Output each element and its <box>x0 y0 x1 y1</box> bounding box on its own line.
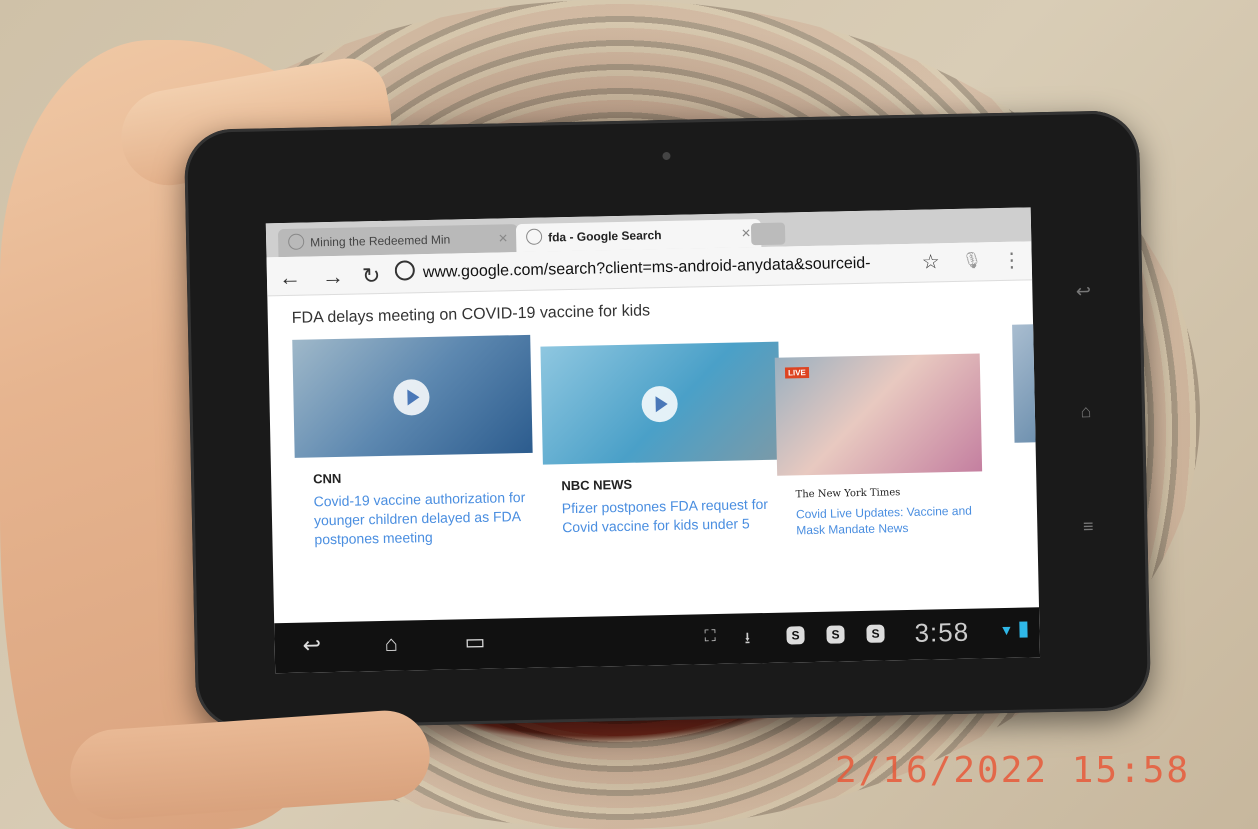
tab-label: fda - Google Search <box>548 228 662 245</box>
battery-icon <box>1019 621 1028 638</box>
status-clock: 3:58 <box>914 616 970 648</box>
search-results: FDA delays meeting on COVID-19 vaccine f… <box>267 280 1041 614</box>
play-icon[interactable] <box>641 385 679 423</box>
page-icon <box>288 233 305 250</box>
back-hw-icon[interactable]: ↩ <box>1072 281 1094 302</box>
next-card-thumbnail[interactable] <box>1012 324 1041 443</box>
photo-datestamp: 2/16/2022 15:58 <box>835 750 1191 791</box>
forward-arrow-icon[interactable]: → <box>322 264 345 290</box>
back-icon[interactable]: ↩ <box>302 632 321 658</box>
news-card[interactable]: LIVE The New York Times Covid Live Updat… <box>774 353 984 538</box>
bookmark-star-icon[interactable]: ☆ <box>921 249 940 274</box>
news-title-link[interactable]: Covid Live Updates: Vaccine and Mask Man… <box>796 502 984 538</box>
home-hw-icon[interactable]: ⌂ <box>1075 401 1097 422</box>
news-thumbnail[interactable]: LIVE <box>774 353 983 476</box>
google-icon <box>525 228 543 245</box>
live-badge: LIVE <box>784 367 809 379</box>
news-title-link[interactable]: Pfizer postpones FDA request for Covid v… <box>562 495 783 538</box>
home-icon[interactable]: ⌂ <box>384 631 398 657</box>
video-thumbnail[interactable] <box>540 341 781 465</box>
new-tab-button[interactable] <box>750 222 786 246</box>
skype-icon: S <box>786 626 805 645</box>
skype-icon: S <box>826 625 845 644</box>
globe-icon <box>394 260 416 281</box>
video-thumbnail[interactable] <box>292 334 533 458</box>
top-stories-headline: FDA delays meeting on COVID-19 vaccine f… <box>291 302 651 327</box>
skype-icon: S <box>866 624 885 643</box>
news-card[interactable]: NBC NEWS Pfizer postpones FDA request fo… <box>540 341 783 538</box>
overflow-menu-icon[interactable]: ⋮ <box>1001 248 1022 273</box>
news-source: NBC NEWS <box>561 476 633 494</box>
mic-icon[interactable]: 🎙 <box>962 250 983 270</box>
news-title-link[interactable]: Covid-19 vaccine authorization for young… <box>313 488 534 550</box>
camera-icon <box>662 151 671 161</box>
news-card[interactable]: CNN Covid-19 vaccine authorization for y… <box>292 334 534 550</box>
tablet: ↩ ⌂ ≡ Mining the Redeemed Min ✕ fda - Go… <box>183 110 1152 730</box>
url-text: www.google.com/search?client=ms-android-… <box>422 254 871 282</box>
tablet-screen: Mining the Redeemed Min ✕ fda - Google S… <box>265 207 1041 674</box>
back-arrow-icon[interactable]: ← <box>279 265 302 291</box>
tab-label: Mining the Redeemed Min <box>310 232 451 250</box>
news-source: The New York Times <box>795 487 901 501</box>
url-bar[interactable]: www.google.com/search?client=ms-android-… <box>394 248 940 287</box>
play-icon[interactable] <box>393 378 430 416</box>
reload-icon[interactable]: ↻ <box>362 263 381 289</box>
wifi-icon: ▼ <box>999 621 1014 639</box>
news-carousel: CNN Covid-19 vaccine authorization for y… <box>292 324 1041 600</box>
download-icon: ⭳ <box>744 630 751 648</box>
news-source: CNN <box>312 470 342 487</box>
screenshot-icon: ⛶ <box>704 628 716 646</box>
menu-hw-icon[interactable]: ≡ <box>1077 516 1099 537</box>
close-icon[interactable]: ✕ <box>498 224 509 252</box>
android-system-bar: ↩ ⌂ ▭ ⛶ ⭳ S S S 3:58 ▼ <box>274 607 1041 674</box>
close-icon[interactable]: ✕ <box>741 219 752 247</box>
recent-apps-icon[interactable]: ▭ <box>464 629 485 655</box>
